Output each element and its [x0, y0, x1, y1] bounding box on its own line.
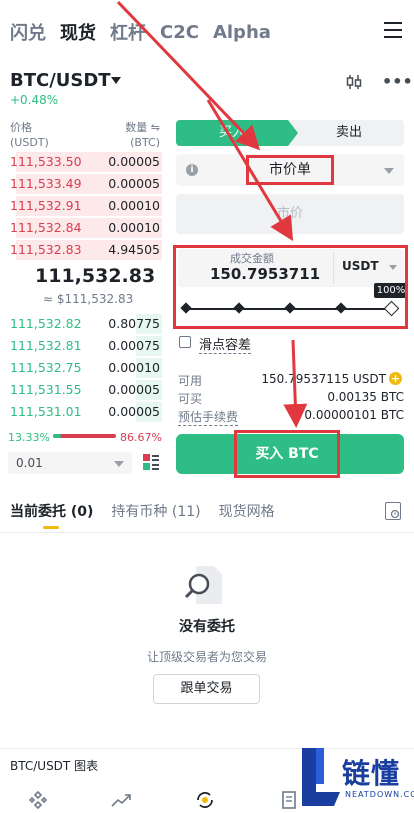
row-qty: 0.00005 — [108, 154, 160, 169]
futures-icon[interactable] — [278, 790, 300, 810]
row-qty: 0.00010 — [108, 360, 160, 375]
price-header: 价格 — [10, 121, 32, 134]
available-row: 可用 150.79537115 USDT — [178, 372, 404, 390]
row-price: 111,533.50 — [10, 154, 82, 169]
row-qty: 0.00005 — [108, 404, 160, 419]
price-input: 市价 — [176, 194, 404, 234]
watermark-text: 链懂 — [342, 757, 401, 790]
row-qty: 0.00010 — [108, 220, 160, 235]
tab-alpha[interactable]: Alpha — [213, 22, 271, 43]
home-icon[interactable] — [27, 790, 49, 810]
order-type-value[interactable]: 市价单 — [246, 155, 334, 185]
watermark-subtext: NEATDOWN.COM — [345, 790, 414, 799]
copy-trading-button[interactable]: 跟单交易 — [153, 674, 260, 704]
bid-row[interactable]: 111,532.81 0.00075 — [0, 336, 162, 356]
divider — [0, 532, 414, 533]
buy-ratio: 13.33% — [8, 431, 50, 444]
buy-tab[interactable]: 买入 — [176, 120, 288, 146]
ob-qty-header[interactable]: 数量 ⇋ (BTC) — [120, 120, 160, 150]
empty-title: 没有委托 — [179, 619, 235, 635]
buy-button-label[interactable]: 买入 BTC — [234, 430, 340, 478]
row-price: 111,532.81 — [10, 338, 82, 353]
buy-sell-toggle: 买入 卖出 — [176, 120, 404, 146]
ask-row[interactable]: 111,532.91 0.00010 — [0, 196, 162, 216]
ask-row[interactable]: 111,533.50 0.00005 — [0, 152, 162, 172]
last-price-fiat: ≈ $111,532.83 — [43, 292, 134, 306]
sell-ratio: 86.67% — [120, 431, 162, 444]
row-price: 111,533.49 — [10, 176, 82, 191]
bid-row[interactable]: 111,531.01 0.00005 — [0, 402, 162, 422]
more-icon[interactable]: ••• — [382, 73, 413, 91]
price-change: +0.48% — [10, 93, 59, 107]
fee-row: 预估手续费 0.00000101 BTC — [178, 408, 404, 426]
row-qty: 4.94505 — [108, 242, 160, 257]
markets-icon[interactable] — [110, 790, 132, 810]
trade-icon[interactable] — [194, 790, 216, 810]
ask-row[interactable]: 111,532.84 0.00010 — [0, 218, 162, 238]
pair-selector[interactable]: BTC/USDT — [10, 70, 111, 91]
row-qty: 0.00010 — [108, 198, 160, 213]
tab-holdings[interactable]: 持有币种 (11) — [111, 501, 200, 521]
row-price: 111,532.84 — [10, 220, 82, 235]
tab-convert[interactable]: 闪兑 — [10, 19, 46, 45]
qty-unit: (BTC) — [130, 136, 160, 149]
precision-value: 0.01 — [16, 456, 43, 470]
qty-header: 数量 ⇋ — [125, 121, 160, 134]
can-buy-label: 可买 — [178, 392, 203, 406]
ask-row[interactable]: 111,533.49 0.00005 — [0, 174, 162, 194]
fee-value: 0.00000101 BTC — [304, 408, 404, 422]
available-label: 可用 — [178, 374, 203, 388]
tab-spot[interactable]: 现货 — [60, 19, 96, 45]
deposit-plus-icon[interactable]: + — [389, 372, 402, 385]
top-nav: 闪兑 现货 杠杆 C2C Alpha — [10, 18, 271, 46]
watermark-logo-icon — [298, 746, 342, 808]
row-price: 111,532.83 — [10, 242, 82, 257]
sell-tab[interactable]: 卖出 — [294, 120, 404, 146]
book-layout-icon[interactable] — [142, 453, 160, 471]
last-price: 111,532.83 — [35, 265, 156, 287]
row-qty: 0.00005 — [108, 382, 160, 397]
ask-row[interactable]: 111,532.83 4.94505 — [0, 240, 162, 260]
info-icon[interactable]: i — [186, 164, 198, 176]
annotation-box-amount — [173, 245, 408, 329]
row-price: 111,532.82 — [10, 316, 82, 331]
can-buy-value: 0.00135 BTC — [327, 390, 404, 404]
bid-row[interactable]: 111,531.55 0.00005 — [0, 380, 162, 400]
available-value: 150.79537115 USDT — [261, 372, 386, 386]
row-price: 111,532.91 — [10, 198, 82, 213]
ratio-bar — [53, 434, 116, 438]
chevron-down-icon — [384, 168, 394, 174]
row-price: 111,531.01 — [10, 404, 82, 419]
tab-spot-grid[interactable]: 现货网格 — [219, 501, 275, 521]
menu-icon[interactable] — [384, 22, 402, 38]
precision-select[interactable]: 0.01 — [8, 452, 132, 474]
ob-price-header: 价格 (USDT) — [10, 120, 49, 150]
active-tab-indicator — [43, 526, 59, 529]
empty-subtitle: 让顶级交易者为您交易 — [146, 650, 267, 664]
empty-document-icon — [182, 562, 228, 608]
row-qty: 0.80775 — [108, 316, 160, 331]
price-unit: (USDT) — [10, 136, 49, 149]
tab-open-orders[interactable]: 当前委托 (0) — [10, 501, 93, 521]
fee-label[interactable]: 预估手续费 — [178, 408, 239, 426]
tab-c2c[interactable]: C2C — [160, 22, 199, 43]
order-history-icon[interactable] — [385, 502, 401, 520]
row-qty: 0.00005 — [108, 176, 160, 191]
can-buy-row: 可买 0.00135 BTC — [178, 390, 404, 408]
chart-footer-label[interactable]: BTC/USDT 图表 — [10, 757, 98, 774]
bid-row[interactable]: 111,532.82 0.80775 — [0, 314, 162, 334]
slippage-checkbox[interactable] — [179, 336, 191, 348]
candlestick-icon[interactable] — [345, 73, 363, 91]
row-qty: 0.00075 — [108, 338, 160, 353]
orders-tabs: 当前委托 (0) 持有币种 (11) 现货网格 — [10, 501, 275, 521]
bid-row[interactable]: 111,532.75 0.00010 — [0, 358, 162, 378]
pair-caret-icon[interactable] — [111, 77, 121, 84]
row-price: 111,532.75 — [10, 360, 82, 375]
tab-margin[interactable]: 杠杆 — [110, 19, 146, 45]
slippage-label[interactable]: 滑点容差 — [199, 334, 252, 354]
chevron-down-icon — [114, 461, 124, 467]
row-price: 111,531.55 — [10, 382, 82, 397]
